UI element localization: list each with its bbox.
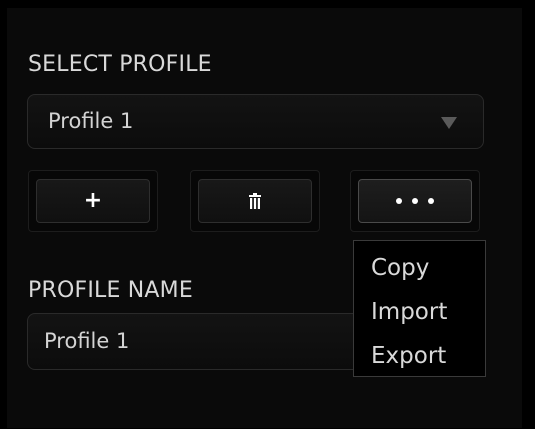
ellipsis-icon (396, 198, 434, 204)
profile-name-label: PROFILE NAME (28, 278, 193, 303)
menu-item-export[interactable]: Export (354, 335, 485, 379)
menu-item-copy[interactable]: Copy (354, 247, 485, 291)
delete-profile-button[interactable] (198, 179, 312, 223)
add-profile-frame: + (28, 170, 158, 232)
profile-dropdown-value: Profile 1 (48, 109, 134, 133)
add-profile-button[interactable]: + (36, 179, 150, 223)
dropdown-arrow-icon (441, 117, 457, 129)
more-options-button[interactable] (358, 179, 472, 223)
delete-profile-frame (190, 170, 320, 232)
select-profile-label: SELECT PROFILE (28, 52, 212, 77)
menu-item-import[interactable]: Import (354, 291, 485, 335)
trash-icon (249, 193, 261, 209)
plus-icon: + (83, 188, 103, 213)
profile-dropdown[interactable]: Profile 1 (27, 94, 484, 149)
profile-name-input[interactable] (44, 326, 344, 356)
profile-options-menu: Copy Import Export (353, 240, 486, 377)
more-options-frame (350, 170, 480, 232)
